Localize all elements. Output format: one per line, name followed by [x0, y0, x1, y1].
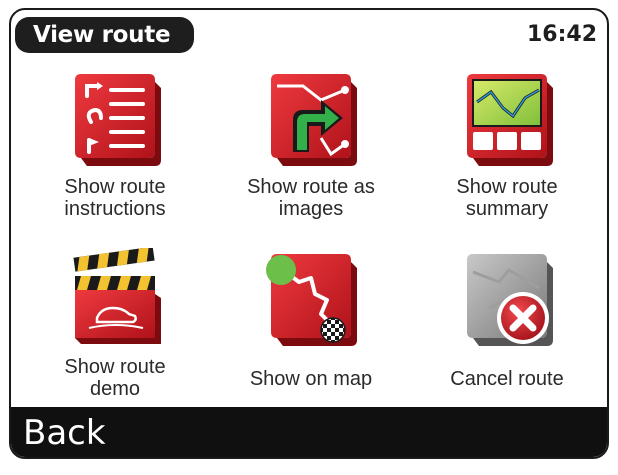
bottom-bar: Back: [11, 407, 607, 457]
show-route-summary-button[interactable]: Show route summary: [409, 62, 605, 242]
show-route-as-images-label: Show route as images: [247, 176, 375, 220]
cancel-route-label: Cancel route: [450, 368, 564, 390]
show-route-instructions-button[interactable]: Show route instructions: [17, 62, 213, 242]
cancel-route-icon: [467, 254, 553, 346]
show-route-demo-label: Show route demo: [64, 356, 166, 400]
clapperboard-icon: [73, 248, 161, 344]
cancel-route-button[interactable]: Cancel route: [409, 242, 605, 422]
route-summary-icon: [467, 74, 553, 166]
show-route-summary-label: Show route summary: [456, 176, 558, 220]
screen-frame: View route 16:42 Show route instructions…: [9, 8, 609, 459]
show-on-map-label: Show on map: [249, 368, 373, 390]
show-route-instructions-label: Show route instructions: [64, 176, 166, 220]
show-route-as-images-button[interactable]: Show route as images: [213, 62, 409, 242]
show-route-demo-button[interactable]: Show route demo: [17, 242, 213, 422]
page-title: View route: [15, 17, 195, 53]
clock: 16:42: [526, 22, 597, 47]
back-button[interactable]: Back: [11, 407, 124, 457]
map-route-icon: [266, 254, 357, 346]
show-on-map-button[interactable]: Show on map: [213, 242, 409, 422]
route-instructions-icon: [75, 74, 161, 166]
route-images-icon: [271, 74, 357, 166]
